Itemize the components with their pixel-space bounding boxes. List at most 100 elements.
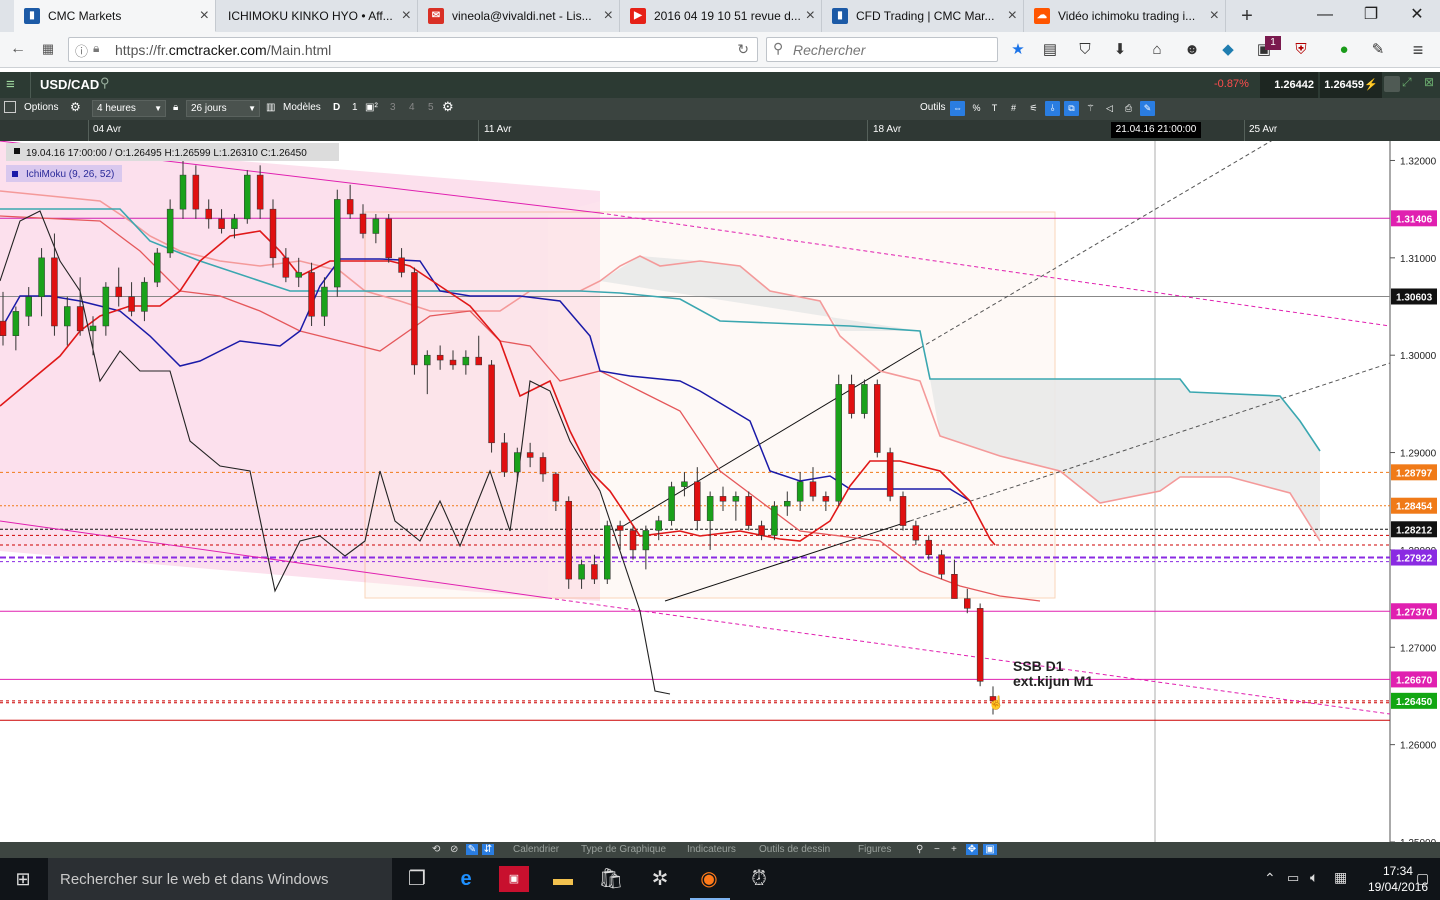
pocket-icon[interactable]: ⛉ xyxy=(1075,40,1095,60)
close-icon[interactable]: × xyxy=(1210,0,1219,32)
no-icon[interactable]: ⊘ xyxy=(450,844,458,855)
tab-cfd-trading[interactable]: ▮ CFD Trading | CMC Mar... × xyxy=(822,0,1024,32)
tools-icon[interactable]: ✎ xyxy=(1368,40,1388,60)
models-button[interactable]: Modèles xyxy=(283,102,321,113)
new-tab-button[interactable]: + xyxy=(1234,0,1260,32)
home-icon[interactable]: ⌂ xyxy=(1147,40,1167,60)
close-window-button[interactable]: ✕ xyxy=(1394,0,1440,32)
minimize-button[interactable]: — xyxy=(1302,0,1348,32)
expand-icon[interactable]: ⤢ xyxy=(1402,75,1412,90)
candle-body xyxy=(861,384,868,414)
file-explorer-icon[interactable]: ▬ xyxy=(548,864,578,894)
layout-d-button[interactable]: D xyxy=(333,102,340,113)
history-icon[interactable]: ▦ xyxy=(36,37,60,61)
sort-icon[interactable]: ⇵ xyxy=(482,844,494,855)
refresh-icon[interactable]: ⟲ xyxy=(432,844,440,855)
pitchfork-tool-icon[interactable]: ⚚ xyxy=(1083,101,1098,116)
bookmark-star-icon[interactable]: ★ xyxy=(1008,40,1028,60)
sell-price-button[interactable]: 1.26442 xyxy=(1260,72,1318,98)
close-icon[interactable]: × xyxy=(1008,0,1017,32)
edge-icon[interactable]: e xyxy=(451,864,481,894)
reading-list-icon[interactable]: ▤ xyxy=(1040,40,1060,60)
tab-ichimoku-forum[interactable]: ICHIMOKU KINKO HYO • Aff... × xyxy=(216,0,418,32)
candle-body xyxy=(205,208,212,220)
figures-button[interactable]: Figures xyxy=(858,844,891,855)
gear-icon[interactable]: ⚙ xyxy=(70,100,81,114)
close-icon[interactable]: × xyxy=(806,0,815,32)
channel-tool-icon[interactable]: ⧉ xyxy=(1064,101,1079,116)
chart-icon[interactable]: ▥ xyxy=(266,102,275,113)
period-select[interactable]: 26 jours ▼ xyxy=(186,100,260,117)
app-tools-icon[interactable]: ✲ xyxy=(645,864,675,894)
reload-icon[interactable]: ↻ xyxy=(737,41,749,58)
extension-shield-icon[interactable]: ◆ xyxy=(1218,40,1238,60)
status-circle-icon[interactable]: ● xyxy=(1334,40,1354,60)
zoom-icon[interactable]: ⚲ xyxy=(916,844,923,855)
buy-price-button[interactable]: 1.26459⚡ xyxy=(1320,72,1382,98)
tab-vivaldi-mail[interactable]: ✉ vineola@vivaldi.net - Lis... × xyxy=(418,0,620,32)
tab-cmc-markets[interactable]: ▮ CMC Markets × xyxy=(14,0,216,32)
grid-tool-icon[interactable]: # xyxy=(1006,101,1021,116)
notifications-icon[interactable]: ▢ xyxy=(1416,870,1429,887)
candle-body xyxy=(565,500,572,580)
zoom-out-icon[interactable]: − xyxy=(934,844,940,855)
options-button[interactable]: Options xyxy=(24,102,58,113)
layout-1-button[interactable]: 1 xyxy=(352,102,358,113)
lock-icon[interactable]: 🔒︎ xyxy=(173,102,178,113)
fit-icon[interactable]: ▣ xyxy=(983,844,997,855)
symbol-name[interactable]: USD/CAD xyxy=(40,77,99,92)
close-icon[interactable]: × xyxy=(604,0,613,32)
tab-youtube-video[interactable]: ▶ 2016 04 19 10 51 revue d... × xyxy=(620,0,822,32)
drawing-tools-button[interactable]: Outils de dessin xyxy=(759,844,830,855)
task-view-icon[interactable]: ❐ xyxy=(402,864,432,894)
firefox-icon[interactable]: ◉ xyxy=(694,864,724,894)
settings-gear-icon[interactable]: ⚙ xyxy=(442,99,454,115)
windows-start-icon[interactable]: ⊞ xyxy=(8,864,38,894)
tab-soundcloud-video[interactable]: ☁ Vidéo ichimoku trading i... × xyxy=(1024,0,1226,32)
layout-4-button[interactable]: 4 xyxy=(409,102,415,113)
percent-tool-icon[interactable]: % xyxy=(969,101,984,116)
zoom-in-icon[interactable]: + xyxy=(951,844,957,855)
search-icon[interactable]: ⚲ xyxy=(100,75,110,91)
options-icon[interactable] xyxy=(4,101,16,113)
search-input[interactable]: ⚲ Rechercher xyxy=(766,37,998,62)
menu-hamburger-icon[interactable]: ≡ xyxy=(6,76,15,93)
panel-icon[interactable] xyxy=(1384,76,1400,92)
chevron-up-icon[interactable]: ⌃ xyxy=(1264,870,1276,887)
battery-icon[interactable]: ▭ xyxy=(1287,870,1299,886)
move-icon[interactable]: ✥ xyxy=(966,844,978,855)
crosshair-tool-icon[interactable]: ⇔ xyxy=(950,101,965,116)
volume-icon[interactable]: 🔈︎ xyxy=(1310,869,1318,886)
chart-type-button[interactable]: Type de Graphique xyxy=(581,844,666,855)
fib-tool-icon[interactable]: ⚟ xyxy=(1026,101,1041,116)
layout-3-button[interactable]: 3 xyxy=(390,102,396,113)
layout-5-button[interactable]: 5 xyxy=(428,102,434,113)
taskbar-search-input[interactable]: Rechercher sur le web et dans Windows xyxy=(48,858,392,900)
close-icon[interactable]: × xyxy=(402,0,411,32)
emoji-icon[interactable]: ☻ xyxy=(1182,40,1202,60)
url-bar[interactable]: ⓘ 🔒︎ https://fr.cmctracker.com/Main.html… xyxy=(68,37,758,62)
app-red-icon[interactable]: ▣ xyxy=(499,866,529,892)
maximize-button[interactable]: ❐ xyxy=(1348,0,1394,32)
close-icon[interactable]: × xyxy=(200,0,209,31)
print-icon[interactable]: ⎙ xyxy=(1121,101,1136,116)
store-icon[interactable]: 🛍︎ xyxy=(596,864,626,894)
back-arrow-icon[interactable]: ← xyxy=(6,37,30,61)
line-tool-icon[interactable]: ⫰ xyxy=(1045,101,1060,116)
price-chart[interactable]: 1.320001.310001.300001.290001.280001.270… xyxy=(0,141,1440,842)
layout-2-icon[interactable]: ▣² xyxy=(365,102,378,113)
indicators-button[interactable]: Indicateurs xyxy=(687,844,736,855)
alarm-clock-icon[interactable]: ⏰︎ xyxy=(744,864,774,894)
ublock-icon[interactable]: ⛨ xyxy=(1291,40,1311,60)
chart-toolbar: Options ⚙ 4 heures ▼ 🔒︎ 26 jours ▼ ▥ Modèl… xyxy=(0,98,1440,120)
draw-tool-icon[interactable]: ✎ xyxy=(1140,101,1155,116)
calendar-button[interactable]: Calendrier xyxy=(513,844,559,855)
menu-hamburger-icon[interactable]: ≡ xyxy=(1408,40,1428,60)
arrow-tool-icon[interactable]: ◁ xyxy=(1102,101,1117,116)
network-icon[interactable]: ▦ xyxy=(1334,869,1347,886)
close-panel-icon[interactable]: ⊠ xyxy=(1424,75,1434,89)
download-icon[interactable]: ⬇ xyxy=(1110,40,1130,60)
timeframe-select[interactable]: 4 heures ▼ xyxy=(92,100,166,117)
text-tool-icon[interactable]: T xyxy=(987,101,1002,116)
draw-icon[interactable]: ✎ xyxy=(466,844,478,855)
